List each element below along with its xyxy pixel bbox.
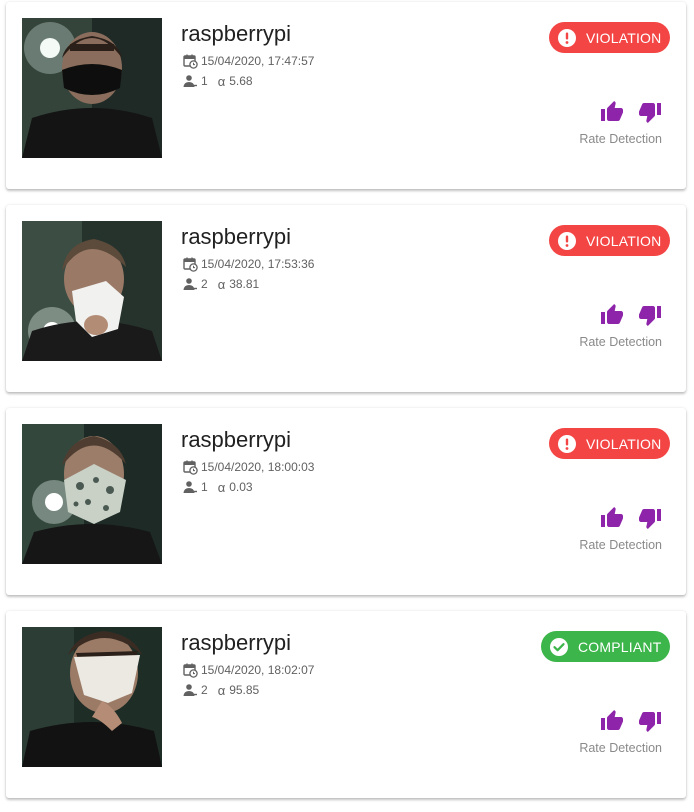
timestamp-row: 15/04/2020, 18:00:03	[182, 459, 314, 475]
detection-thumbnail[interactable]	[22, 424, 162, 564]
thumbs-up-icon[interactable]	[598, 98, 626, 126]
device-name: raspberrypi	[181, 224, 292, 249]
stats-row: 1 α 0.03	[182, 479, 253, 495]
alpha-value: 95.85	[229, 683, 260, 697]
timestamp-row: 15/04/2020, 17:53:36	[182, 256, 314, 272]
calendar-clock-icon	[182, 256, 198, 272]
timestamp: 15/04/2020, 18:02:07	[201, 663, 315, 677]
alpha-icon: α	[217, 479, 226, 495]
status-badge: VIOLATION	[549, 225, 670, 256]
timestamp-row: 15/04/2020, 17:47:57	[182, 53, 314, 69]
calendar-clock-icon	[182, 662, 198, 678]
detection-thumbnail[interactable]	[22, 221, 162, 361]
detection-list: raspberrypi 15/04/2020, 17:47:57 1 α 5.6…	[6, 2, 686, 812]
status-label: VIOLATION	[586, 232, 662, 249]
timestamp: 15/04/2020, 17:47:57	[201, 54, 315, 68]
stats-row: 2 α 95.85	[182, 682, 259, 698]
device-name: raspberrypi	[181, 630, 292, 655]
device-name: raspberrypi	[181, 427, 292, 452]
thumbs-down-icon[interactable]	[636, 504, 664, 532]
rate-buttons	[598, 504, 664, 532]
detection-card[interactable]: raspberrypi 15/04/2020, 18:02:07 2 α 95.…	[6, 611, 686, 798]
rate-detection-label: Rate Detection	[579, 335, 662, 349]
person-count-icon	[182, 682, 198, 698]
thumbs-down-icon[interactable]	[636, 301, 664, 329]
alert-icon	[556, 433, 578, 455]
person-count-icon	[182, 73, 198, 89]
device-name: raspberrypi	[181, 21, 292, 46]
detection-thumbnail[interactable]	[22, 18, 162, 158]
timestamp: 15/04/2020, 17:53:36	[201, 257, 315, 271]
rate-detection-label: Rate Detection	[579, 132, 662, 146]
alpha-icon: α	[217, 276, 226, 292]
alert-icon	[556, 27, 578, 49]
person-count-icon	[182, 479, 198, 495]
rate-buttons	[598, 301, 664, 329]
rate-buttons	[598, 707, 664, 735]
status-badge: VIOLATION	[549, 22, 670, 53]
thumbs-down-icon[interactable]	[636, 98, 664, 126]
detection-card[interactable]: raspberrypi 15/04/2020, 17:53:36 2 α 38.…	[6, 205, 686, 392]
thumbs-up-icon[interactable]	[598, 301, 626, 329]
calendar-clock-icon	[182, 53, 198, 69]
stats-row: 2 α 38.81	[182, 276, 259, 292]
alpha-icon: α	[217, 73, 226, 89]
person-count: 1	[201, 74, 208, 88]
check-circle-icon	[548, 636, 570, 658]
status-label: VIOLATION	[586, 29, 662, 46]
person-count: 1	[201, 480, 208, 494]
detection-card[interactable]: raspberrypi 15/04/2020, 18:00:03 1 α 0.0…	[6, 408, 686, 595]
alpha-value: 0.03	[229, 480, 253, 494]
alert-icon	[556, 230, 578, 252]
alpha-value: 38.81	[229, 277, 260, 291]
timestamp-row: 15/04/2020, 18:02:07	[182, 662, 314, 678]
thumbs-up-icon[interactable]	[598, 504, 626, 532]
calendar-clock-icon	[182, 459, 198, 475]
person-count-icon	[182, 276, 198, 292]
thumbs-down-icon[interactable]	[636, 707, 664, 735]
rate-buttons	[598, 98, 664, 126]
status-badge: VIOLATION	[549, 428, 670, 459]
stats-row: 1 α 5.68	[182, 73, 253, 89]
alpha-icon: α	[217, 682, 226, 698]
status-label: VIOLATION	[586, 435, 662, 452]
person-count: 2	[201, 683, 208, 697]
detection-thumbnail[interactable]	[22, 627, 162, 767]
person-count: 2	[201, 277, 208, 291]
status-badge: COMPLIANT	[541, 631, 670, 662]
alpha-value: 5.68	[229, 74, 253, 88]
timestamp: 15/04/2020, 18:00:03	[201, 460, 315, 474]
rate-detection-label: Rate Detection	[579, 741, 662, 755]
rate-detection-label: Rate Detection	[579, 538, 662, 552]
status-label: COMPLIANT	[578, 638, 662, 655]
thumbs-up-icon[interactable]	[598, 707, 626, 735]
detection-card[interactable]: raspberrypi 15/04/2020, 17:47:57 1 α 5.6…	[6, 2, 686, 189]
